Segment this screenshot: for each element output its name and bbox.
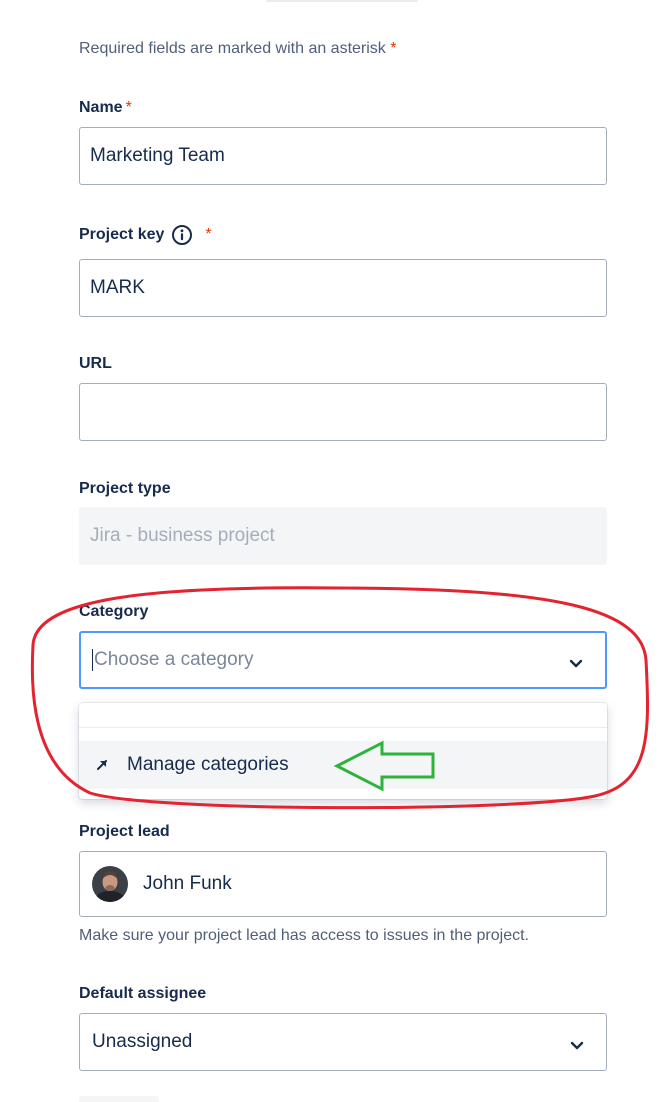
name-input-value: Marketing Team bbox=[90, 145, 225, 166]
manage-categories-option[interactable]: Manage categories bbox=[79, 741, 607, 789]
category-placeholder: Choose a category bbox=[94, 649, 254, 670]
default-assignee-value: Unassigned bbox=[92, 1031, 193, 1052]
avatar bbox=[92, 866, 128, 902]
name-label-text: Name bbox=[79, 99, 123, 116]
project-lead-label-text: Project lead bbox=[79, 823, 170, 840]
category-label-text: Category bbox=[79, 603, 149, 620]
required-note-text: Required fields are marked with an aster… bbox=[79, 40, 386, 57]
category-select[interactable]: Choose a category bbox=[79, 631, 607, 689]
menu-divider bbox=[79, 727, 607, 728]
project-key-input[interactable]: MARK bbox=[79, 259, 607, 317]
url-label-text: URL bbox=[79, 355, 112, 372]
project-key-label-text: Project key bbox=[79, 226, 165, 243]
project-type-value: Jira - business project bbox=[90, 525, 275, 546]
category-label: Category bbox=[79, 603, 148, 621]
required-asterisk: * bbox=[125, 99, 132, 116]
required-fields-note: Required fields are marked with an aster… bbox=[79, 40, 397, 58]
project-lead-input[interactable]: John Funk bbox=[79, 851, 607, 917]
default-assignee-label: Default assignee bbox=[79, 985, 206, 1003]
text-cursor bbox=[92, 649, 93, 671]
name-input[interactable]: Marketing Team bbox=[79, 127, 607, 185]
project-lead-help-text: Make sure your project lead has access t… bbox=[79, 927, 529, 944]
project-type-label: Project type bbox=[79, 480, 171, 498]
submit-button-edge[interactable] bbox=[79, 1096, 159, 1102]
project-key-input-value: MARK bbox=[90, 277, 145, 298]
project-lead-value: John Funk bbox=[143, 873, 232, 894]
project-lead-label: Project lead bbox=[79, 823, 170, 841]
name-label: Name * bbox=[79, 99, 132, 117]
chevron-down-icon[interactable] bbox=[570, 1036, 584, 1058]
url-label: URL bbox=[79, 355, 112, 373]
project-type-field: Jira - business project bbox=[79, 507, 607, 565]
info-icon[interactable] bbox=[171, 224, 193, 246]
arrow-up-right-icon bbox=[95, 758, 109, 772]
manage-categories-label: Manage categories bbox=[127, 754, 289, 775]
category-dropdown-menu: Manage categories bbox=[79, 703, 607, 799]
project-type-label-text: Project type bbox=[79, 480, 171, 497]
default-assignee-label-text: Default assignee bbox=[79, 985, 207, 1002]
required-asterisk: * bbox=[390, 40, 397, 57]
url-input[interactable] bbox=[79, 383, 607, 441]
project-key-label: Project key * bbox=[79, 224, 212, 246]
top-tab-edge bbox=[266, 0, 418, 2]
chevron-down-icon[interactable] bbox=[569, 654, 583, 676]
default-assignee-select[interactable]: Unassigned bbox=[79, 1013, 607, 1071]
required-asterisk: * bbox=[205, 226, 212, 243]
